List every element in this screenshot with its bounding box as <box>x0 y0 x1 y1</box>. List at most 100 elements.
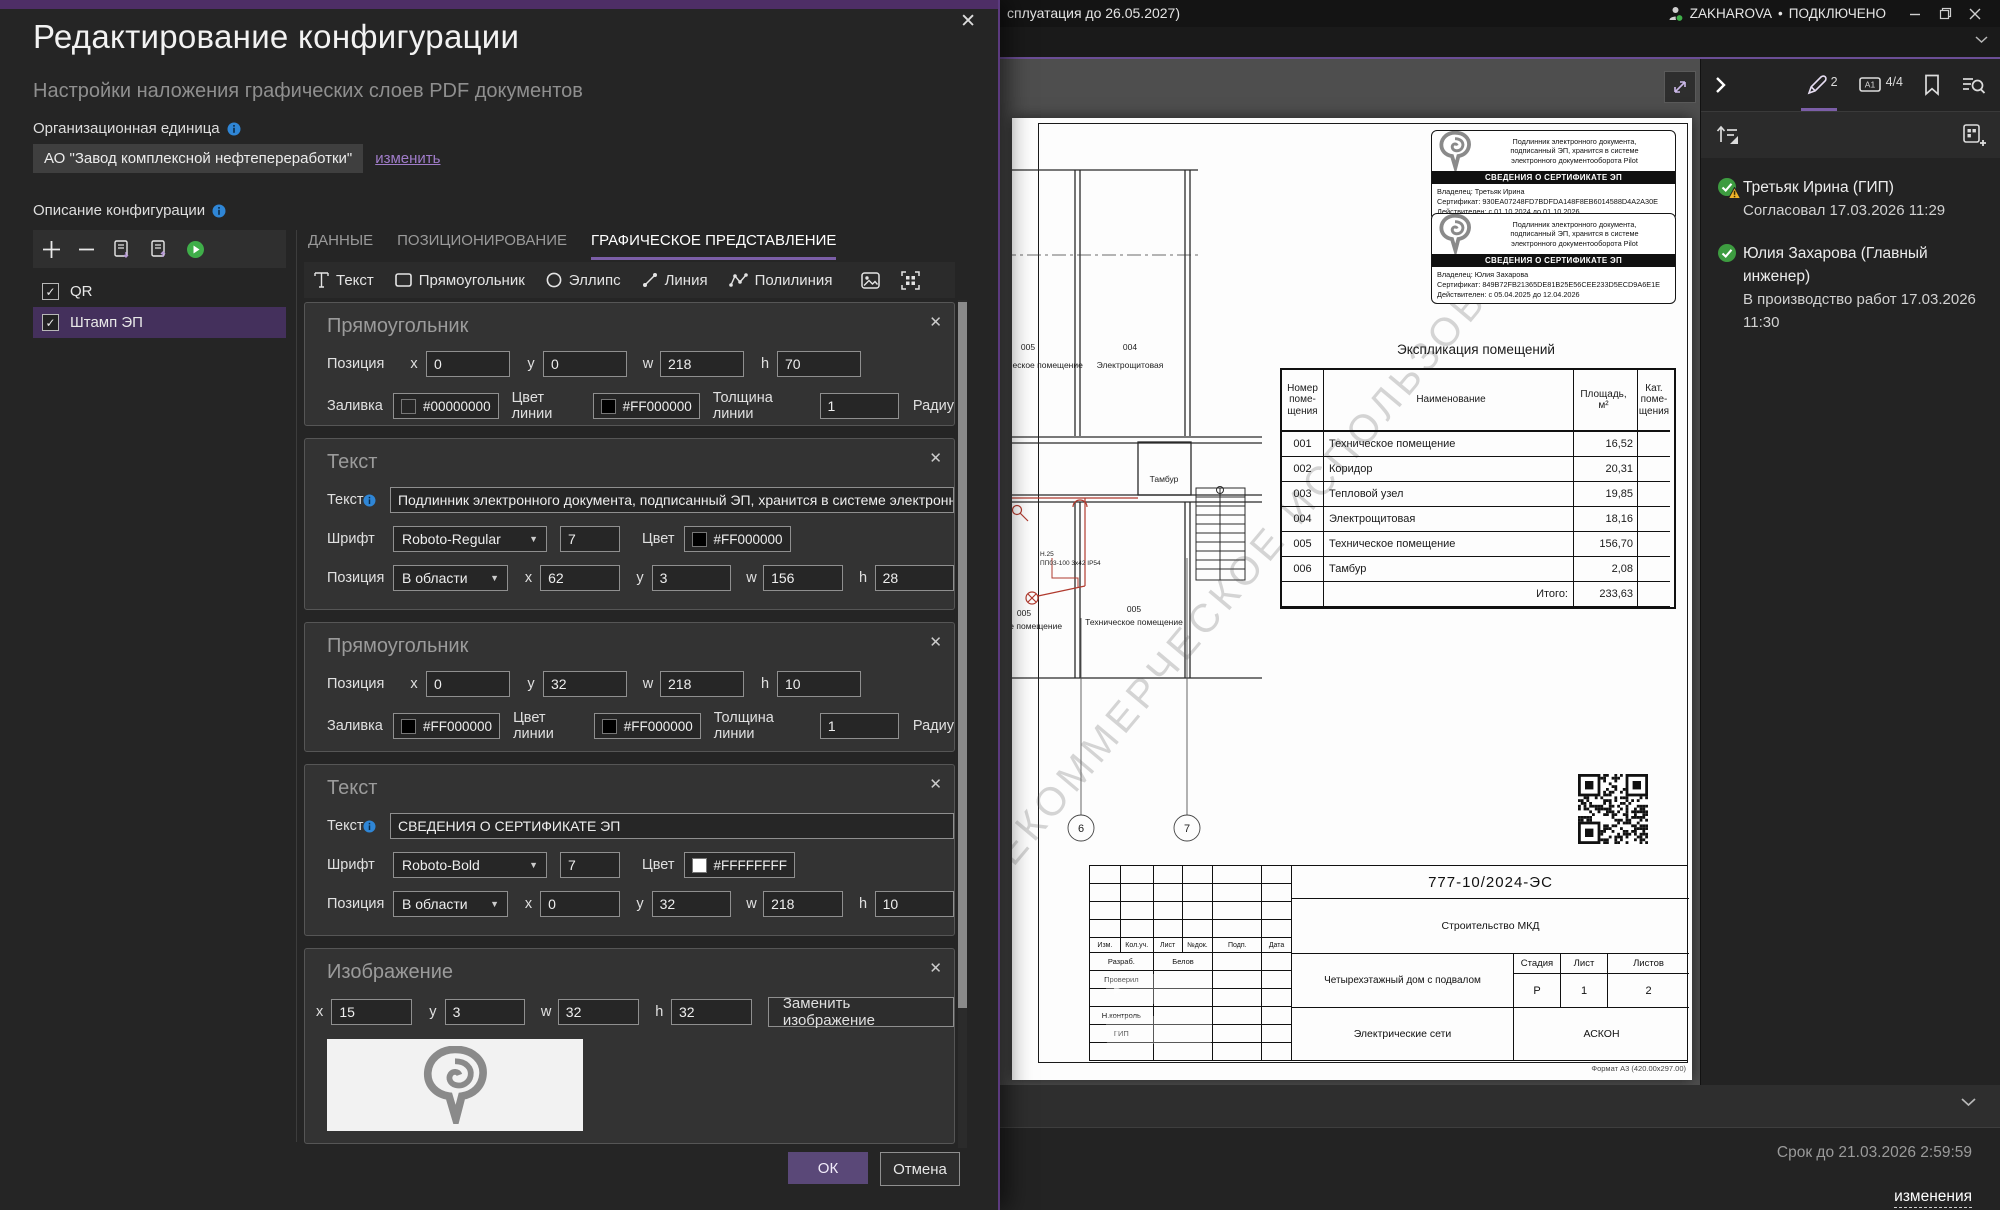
sheet-header: Лист <box>1561 954 1608 973</box>
rect-w-input[interactable]: 218 <box>660 351 744 377</box>
remove-layer-button[interactable] <box>78 240 95 259</box>
room-table: Номер поме- щенияНаименованиеПлощадь, м²… <box>1280 368 1676 609</box>
rect-h-input[interactable]: 10 <box>777 671 861 697</box>
color-swatch <box>692 858 707 873</box>
text-h-input[interactable]: 28 <box>875 565 954 591</box>
add-stamp-icon[interactable] <box>1960 122 1986 148</box>
add-line-button[interactable]: Линия <box>642 272 708 289</box>
text-w-input[interactable]: 218 <box>763 891 842 917</box>
tab-annotations[interactable]: 2 <box>1805 73 1838 97</box>
overlay-sign-button[interactable]: ▶ <box>1106 974 1212 1004</box>
tab-positioning[interactable]: ПОЗИЦИОНИРОВАНИЕ <box>397 232 567 260</box>
organization-name: АСКОН <box>1514 1008 1689 1060</box>
room-table-title: Экспликация помещений <box>1280 342 1672 357</box>
add-layer-button[interactable] <box>42 240 61 259</box>
add-rectangle-button[interactable]: Прямоугольник <box>395 272 525 289</box>
image-y-input[interactable]: 3 <box>445 999 526 1025</box>
add-text-button[interactable]: Текст <box>314 272 374 289</box>
line-width-input[interactable]: 1 <box>820 713 899 739</box>
fill-color-picker[interactable]: #00000000 <box>393 393 499 419</box>
image-h-input[interactable]: 32 <box>671 999 752 1025</box>
position-mode-select[interactable]: В области▼ <box>393 891 508 917</box>
add-image-button[interactable] <box>861 272 880 289</box>
fill-color-picker[interactable]: #FF000000 <box>393 713 500 739</box>
minimize-button[interactable] <box>1900 0 1930 27</box>
signature-entry[interactable]: Юлия Захарова (Главный инженер) В произв… <box>1717 242 1984 334</box>
room-name: ническое помещение <box>1012 621 1062 631</box>
position-mode-select[interactable]: В области▼ <box>393 565 508 591</box>
image-w-input[interactable]: 32 <box>558 999 639 1025</box>
text-x-input[interactable]: 0 <box>540 891 619 917</box>
font-select[interactable]: Roboto-Bold▼ <box>393 852 547 878</box>
tab-comments[interactable]: A1 4/4 <box>1858 73 1903 97</box>
ok-button[interactable]: ОК <box>788 1152 868 1184</box>
scrollbar-thumb[interactable] <box>958 302 967 1008</box>
text-y-input[interactable]: 3 <box>652 565 731 591</box>
checkbox-checked[interactable]: ✓ <box>42 283 59 300</box>
font-size-input[interactable]: 7 <box>560 526 620 552</box>
line-color-picker[interactable]: #FF000000 <box>594 713 701 739</box>
import-config-button[interactable] <box>149 239 169 259</box>
image-x-input[interactable]: 15 <box>331 999 412 1025</box>
stamp-header-line: электронного документооборота Pilot <box>1478 239 1671 249</box>
line-color-picker[interactable]: #FF000000 <box>593 393 700 419</box>
config-item-stamp[interactable]: ✓ Штамп ЭП <box>33 307 286 338</box>
rect-h-input[interactable]: 70 <box>777 351 861 377</box>
export-config-button[interactable] <box>112 239 132 259</box>
close-window-button[interactable] <box>1960 0 1990 27</box>
layer-card-rectangle: Прямоугольник ✕ Позиция x 0 y 0 w 218 h … <box>304 302 955 426</box>
rect-w-input[interactable]: 218 <box>660 671 744 697</box>
org-change-link[interactable]: изменить <box>375 150 440 167</box>
tab-data[interactable]: ДАННЫЕ <box>308 232 373 260</box>
add-qr-button[interactable] <box>901 271 920 290</box>
card-close-icon[interactable]: ✕ <box>929 449 942 467</box>
card-close-icon[interactable]: ✕ <box>929 313 942 331</box>
tab-search-results[interactable] <box>1961 73 1986 97</box>
add-ellipse-button[interactable]: Эллипс <box>546 272 621 289</box>
text-w-input[interactable]: 156 <box>763 565 842 591</box>
approved-icon <box>1717 243 1737 263</box>
text-h-input[interactable]: 10 <box>875 891 954 917</box>
table-header: Площадь, м² <box>1574 370 1638 432</box>
restore-button[interactable] <box>1930 0 1960 27</box>
rect-y-input[interactable]: 32 <box>543 671 627 697</box>
document-title-partial: сплуатация до 26.05.2027) <box>1007 5 1180 21</box>
text-value-input[interactable]: Подлинник электронного документа, подпис… <box>390 487 954 513</box>
expand-view-button[interactable] <box>1664 71 1696 103</box>
replace-image-button[interactable]: Заменить изображение <box>768 997 954 1027</box>
tab-graphic-representation[interactable]: ГРАФИЧЕСКОЕ ПРЕДСТАВЛЕНИЕ <box>591 232 836 260</box>
user-status[interactable]: ZAKHAROVA • ПОДКЛЮЧЕНО <box>1667 5 1886 22</box>
overlay-dropdown-button[interactable]: ▾ <box>1106 1016 1212 1044</box>
cancel-button[interactable]: Отмена <box>880 1152 960 1186</box>
card-close-icon[interactable]: ✕ <box>929 959 942 977</box>
dialog-scrollbar[interactable] <box>958 300 967 1148</box>
text-color-picker[interactable]: #FFFFFFFF <box>684 852 795 878</box>
dialog-close-icon[interactable]: ✕ <box>960 12 976 31</box>
tab-bookmarks[interactable] <box>1923 73 1941 97</box>
search-list-icon <box>1961 73 1986 97</box>
text-value-input[interactable]: СВЕДЕНИЯ О СЕРТИФИКАТЕ ЭП <box>390 813 954 839</box>
text-y-input[interactable]: 32 <box>652 891 731 917</box>
card-close-icon[interactable]: ✕ <box>929 633 942 651</box>
add-polyline-button[interactable]: Полилиния <box>729 272 833 289</box>
signature-entry[interactable]: Третьяк Ирина (ГИП) Согласовал 17.03.202… <box>1717 176 1984 222</box>
changes-link[interactable]: изменения <box>1894 1188 1972 1208</box>
line-width-input[interactable]: 1 <box>820 393 899 419</box>
rect-x-input[interactable]: 0 <box>426 671 510 697</box>
config-item-qr[interactable]: ✓ QR <box>33 276 286 307</box>
dialog-subtitle: Настройки наложения графических слоев PD… <box>33 80 583 103</box>
collapse-panel-icon[interactable] <box>1715 76 1726 94</box>
sort-annotations-icon[interactable] <box>1715 123 1741 147</box>
font-size-input[interactable]: 7 <box>560 852 620 878</box>
checkbox-checked[interactable]: ✓ <box>42 314 59 331</box>
text-x-input[interactable]: 62 <box>540 565 619 591</box>
text-color-picker[interactable]: #FF000000 <box>684 526 791 552</box>
run-preview-button[interactable] <box>186 240 205 259</box>
rect-y-input[interactable]: 0 <box>543 351 627 377</box>
chevron-down-icon[interactable] <box>1975 35 1988 44</box>
rect-x-input[interactable]: 0 <box>426 351 510 377</box>
stamp-header-line: Подлинник электронного документа, <box>1478 137 1671 147</box>
collapse-bottom-panel-icon[interactable] <box>1961 1097 1976 1107</box>
card-close-icon[interactable]: ✕ <box>929 775 942 793</box>
font-select[interactable]: Roboto-Regular▼ <box>393 526 547 552</box>
